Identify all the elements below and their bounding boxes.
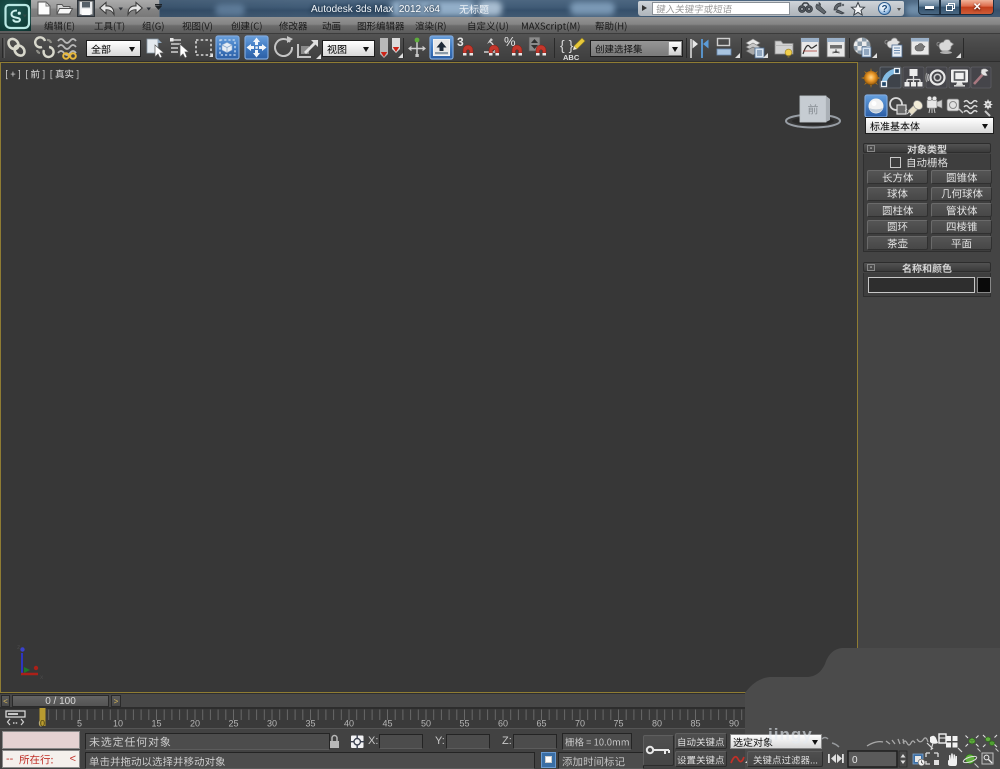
svg-text:5: 5: [77, 719, 82, 729]
svg-text:40: 40: [344, 719, 354, 729]
svg-text:x: x: [40, 674, 44, 681]
svg-text:85: 85: [690, 719, 700, 729]
svg-text:0: 0: [40, 719, 45, 729]
svg-text:ABC: ABC: [563, 53, 580, 62]
svg-text:65: 65: [536, 719, 546, 729]
svg-text:z: z: [17, 644, 20, 651]
svg-text:25: 25: [228, 719, 238, 729]
svg-text:60: 60: [498, 719, 508, 729]
svg-text:{ }: { }: [560, 37, 574, 53]
svg-text:50: 50: [421, 719, 431, 729]
svg-text:75: 75: [613, 719, 623, 729]
svg-text:15: 15: [151, 719, 161, 729]
svg-text:55: 55: [459, 719, 469, 729]
svg-text:0: 0: [852, 755, 858, 766]
svg-text:30: 30: [267, 719, 277, 729]
svg-text:20: 20: [190, 719, 200, 729]
svg-text:10: 10: [113, 719, 123, 729]
svg-text:80: 80: [652, 719, 662, 729]
svg-text:45: 45: [382, 719, 392, 729]
svg-text:70: 70: [575, 719, 585, 729]
svg-text:3: 3: [457, 35, 464, 49]
svg-text:35: 35: [305, 719, 315, 729]
